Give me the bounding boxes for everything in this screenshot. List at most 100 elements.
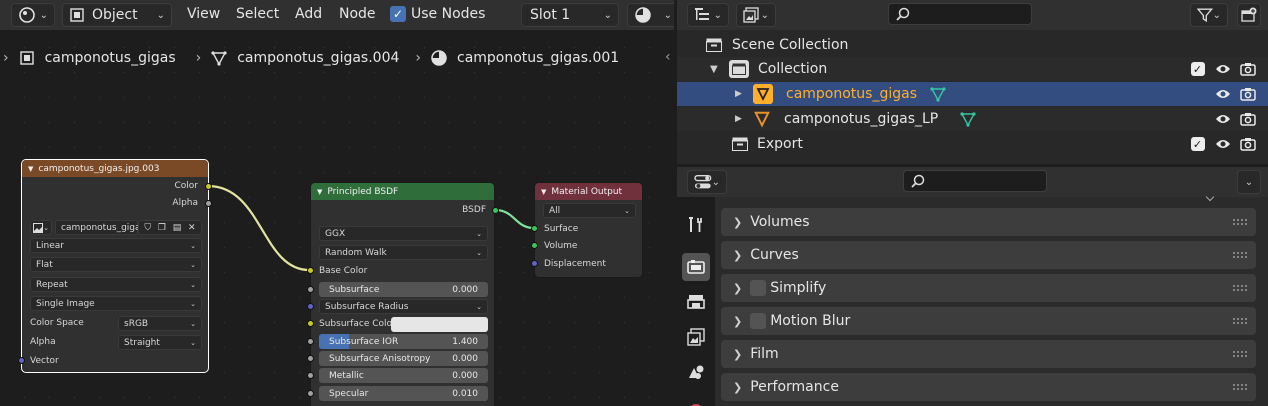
distribution-select[interactable]: GGX ⌄: [319, 226, 488, 241]
tab-view-layer[interactable]: [682, 323, 710, 351]
outliner-row-camponotus-gigas[interactable]: ▶ camponotus_gigas: [677, 82, 1268, 106]
extension-select[interactable]: Repeat ⌄: [30, 277, 202, 292]
motion-blur-checkbox[interactable]: [750, 313, 767, 329]
outliner-search-input[interactable]: [888, 3, 1032, 25]
drag-handle-icon[interactable]: [1232, 383, 1248, 391]
eye-icon[interactable]: [1210, 138, 1235, 150]
subsurface-anisotropy-slider[interactable]: Subsurface Anisotropy 0.000: [319, 351, 488, 366]
disclosure-closed-icon[interactable]: ▶: [735, 89, 751, 99]
mesh-data-icon[interactable]: [929, 85, 947, 103]
drag-handle-icon[interactable]: [1232, 350, 1248, 358]
subsurface-method-select[interactable]: Random Walk ⌄: [319, 245, 488, 260]
output-alpha-socket[interactable]: [205, 200, 212, 207]
display-mode-button[interactable]: ⌄: [736, 3, 776, 27]
material-output-node[interactable]: ▼ Material Output All ⌄ Surface Volume Di…: [531, 182, 643, 278]
drag-handle-icon[interactable]: [1232, 284, 1248, 292]
input-base-color-socket[interactable]: [307, 267, 314, 274]
principled-bsdf-node-header[interactable]: ▼ Principled BSDF: [311, 183, 494, 200]
alpha-mode-select[interactable]: Straight ⌄: [118, 335, 202, 350]
input-subsurface-ior-socket[interactable]: [307, 338, 314, 345]
output-target-select[interactable]: All ⌄: [543, 203, 636, 218]
tab-world[interactable]: [682, 393, 710, 406]
input-subsurface-color-socket[interactable]: [307, 320, 314, 327]
panel-performance-label: Performance: [750, 379, 839, 395]
tab-render[interactable]: [682, 253, 710, 281]
outliner-row-collection[interactable]: ▼ Collection ✓: [677, 57, 1268, 81]
color-space-select[interactable]: sRGB ⌄: [118, 316, 202, 331]
panel-performance[interactable]: ❯ Performance: [721, 373, 1256, 401]
disclosure-open-icon[interactable]: ▼: [710, 64, 726, 75]
drag-handle-icon[interactable]: [1232, 218, 1248, 226]
drag-handle-icon[interactable]: [1232, 317, 1248, 325]
interpolation-select[interactable]: Linear ⌄: [30, 238, 202, 253]
image-name-field[interactable]: camponotus_giga...: [55, 220, 149, 235]
disclosure-closed-icon[interactable]: ▶: [735, 114, 751, 124]
mesh-data-icon[interactable]: [959, 110, 977, 128]
duplicate-icon[interactable]: ❐: [158, 223, 166, 233]
outliner-row-scene-collection[interactable]: Scene Collection: [677, 33, 1268, 57]
eye-icon[interactable]: [1210, 63, 1235, 75]
tab-output[interactable]: [682, 288, 710, 316]
material-output-node-header[interactable]: ▼ Material Output: [535, 183, 642, 200]
input-displacement-socket[interactable]: [531, 260, 538, 267]
panel-simplify[interactable]: ❯ Simplify: [721, 274, 1256, 302]
image-texture-node-header[interactable]: ▼ camponotus_gigas.jpg.003: [22, 160, 208, 177]
drag-handle-icon[interactable]: [1232, 251, 1248, 259]
image-browse-button[interactable]: ⌄: [30, 220, 52, 235]
collapse-icon[interactable]: ▼: [541, 188, 546, 196]
camera-icon[interactable]: [1235, 62, 1260, 76]
properties-search-input[interactable]: [903, 170, 1047, 192]
tab-scene[interactable]: [682, 358, 710, 386]
collapse-icon[interactable]: ▼: [28, 165, 33, 173]
node-editor[interactable]: ⌄ Object ⌄ View Select Add Node ✓ Use No…: [0, 0, 674, 406]
outliner-row-export[interactable]: Export ✓: [677, 132, 1268, 156]
close-icon[interactable]: ✕: [188, 223, 196, 233]
principled-bsdf-node[interactable]: ▼ Principled BSDF BSDF GGX ⌄ Random Walk ⌄…: [307, 182, 499, 406]
input-surface-socket[interactable]: [531, 225, 538, 232]
outliner-editor-type-button[interactable]: ⌄: [687, 3, 729, 27]
outliner[interactable]: ⌄ ⌄ ⌄ Scene Collection ▼ Collection ✓ ▶ …: [677, 0, 1268, 164]
input-subsurface-socket[interactable]: [307, 286, 314, 293]
panel-volumes[interactable]: ❯ Volumes: [721, 208, 1256, 236]
specular-slider[interactable]: Specular 0.010: [319, 386, 488, 401]
input-volume-socket[interactable]: [531, 242, 538, 249]
properties-editor[interactable]: ⌄ ⌄ ❯ Volumes ❯ Curves ❯ Simplify ❯ Moti…: [677, 167, 1268, 406]
outliner-row-camponotus-gigas-lp[interactable]: ▶ camponotus_gigas_LP: [677, 107, 1268, 131]
pack-icon[interactable]: ▤: [173, 223, 182, 233]
panel-curves[interactable]: ❯ Curves: [721, 241, 1256, 269]
output-bsdf-socket[interactable]: [492, 207, 499, 214]
chevron-down-icon: ⌄: [43, 223, 49, 232]
collapse-icon[interactable]: ▼: [317, 188, 322, 196]
subsurface-radius-select[interactable]: Subsurface Radius ⌄: [319, 299, 488, 314]
exclude-checkbox[interactable]: ✓: [1185, 137, 1210, 151]
simplify-checkbox[interactable]: [750, 280, 767, 296]
input-subsurface-radius-socket[interactable]: [307, 303, 314, 310]
fake-user-icon[interactable]: ⛉: [144, 223, 151, 233]
image-texture-node[interactable]: ▼ camponotus_gigas.jpg.003 Color Alpha ⌄…: [18, 159, 212, 373]
source-select[interactable]: Single Image ⌄: [30, 296, 202, 311]
exclude-checkbox[interactable]: ✓: [1185, 62, 1210, 76]
panel-film[interactable]: ❯ Film: [721, 340, 1256, 368]
camera-icon[interactable]: [1235, 137, 1260, 151]
input-subsurface-anisotropy-socket[interactable]: [307, 355, 314, 362]
input-vector-socket[interactable]: [18, 357, 25, 364]
properties-options-button[interactable]: ⌄: [1237, 170, 1261, 194]
properties-editor-type-button[interactable]: ⌄: [687, 170, 727, 194]
new-collection-button[interactable]: [1237, 3, 1261, 27]
camera-icon[interactable]: [1235, 112, 1260, 126]
input-metallic-socket[interactable]: [307, 372, 314, 379]
subsurface-ior-slider[interactable]: Subsurface IOR 1.400: [319, 334, 488, 349]
subsurface-color-swatch[interactable]: [391, 317, 488, 332]
metallic-slider[interactable]: Metallic 0.000: [319, 368, 488, 383]
camera-icon[interactable]: [1235, 87, 1260, 101]
properties-tabs: [677, 197, 715, 406]
eye-icon[interactable]: [1210, 88, 1235, 100]
panel-motion-blur[interactable]: ❯ Motion Blur: [721, 307, 1256, 335]
input-specular-socket[interactable]: [307, 390, 314, 397]
output-color-socket[interactable]: [205, 183, 212, 190]
tab-tool[interactable]: [682, 211, 710, 239]
subsurface-slider[interactable]: Subsurface 0.000: [319, 282, 488, 297]
filter-button[interactable]: ⌄: [1190, 3, 1228, 27]
eye-icon[interactable]: [1210, 113, 1235, 125]
projection-select[interactable]: Flat ⌄: [30, 257, 202, 272]
